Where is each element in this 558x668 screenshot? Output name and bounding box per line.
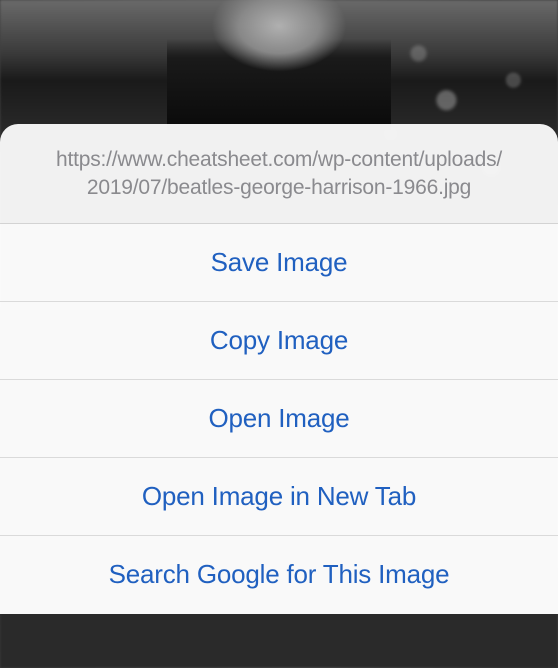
context-menu-sheet: https://www.cheatsheet.com/wp-content/up… — [0, 124, 558, 614]
copy-image-button[interactable]: Copy Image — [0, 302, 558, 380]
url-text-line1: https://www.cheatsheet.com/wp-content/up… — [28, 146, 530, 174]
url-text-line2: 2019/07/beatles-george-harrison-1966.jpg — [28, 174, 530, 202]
image-url-header: https://www.cheatsheet.com/wp-content/up… — [0, 124, 558, 224]
search-google-image-button[interactable]: Search Google for This Image — [0, 536, 558, 614]
open-image-label: Open Image — [208, 403, 349, 434]
search-google-image-label: Search Google for This Image — [109, 559, 450, 590]
open-image-button[interactable]: Open Image — [0, 380, 558, 458]
background-person — [167, 0, 390, 130]
open-image-new-tab-label: Open Image in New Tab — [142, 481, 416, 512]
save-image-button[interactable]: Save Image — [0, 224, 558, 302]
open-image-new-tab-button[interactable]: Open Image in New Tab — [0, 458, 558, 536]
copy-image-label: Copy Image — [210, 325, 348, 356]
save-image-label: Save Image — [211, 247, 348, 278]
